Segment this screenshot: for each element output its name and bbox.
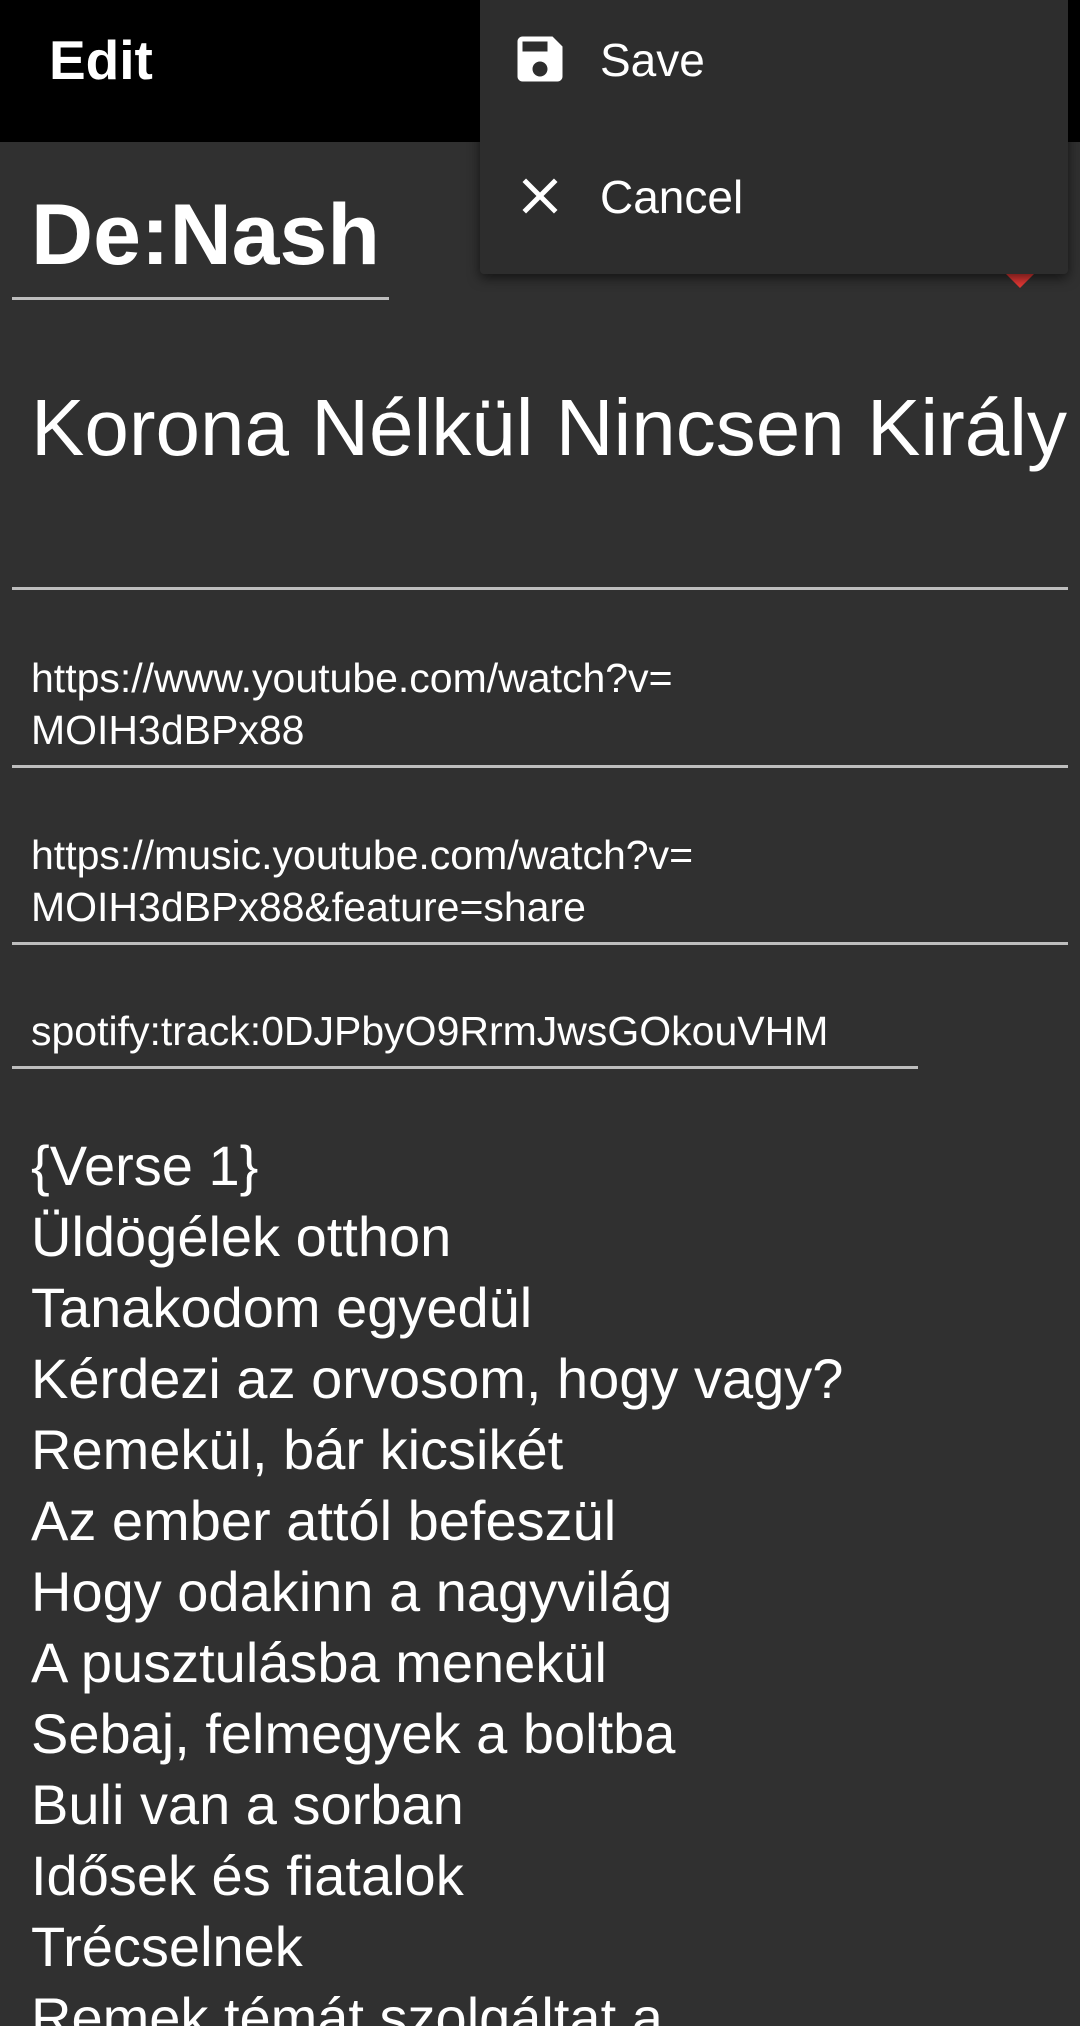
lyric-line: A pusztulásba menekül bbox=[31, 1631, 607, 1694]
youtube-url-line-1: https://www.youtube.com/watch?v= bbox=[31, 655, 673, 701]
lyric-line: Kérdezi az orvosom, hogy vagy? bbox=[31, 1347, 844, 1410]
page-title: Edit bbox=[49, 29, 153, 91]
lyric-line: Üldögélek otthon bbox=[31, 1205, 452, 1268]
lyric-line: Trécselnek bbox=[31, 1915, 303, 1978]
save-label: Save bbox=[600, 34, 705, 86]
lyric-line: Remek témát szolgáltat a bbox=[31, 1986, 663, 2026]
youtube-music-url-line-1: https://music.youtube.com/watch?v= bbox=[31, 832, 694, 878]
lyric-line: Buli van a sorban bbox=[31, 1773, 464, 1836]
lyric-line: {Verse 1} bbox=[31, 1134, 259, 1197]
lyric-line: Az ember attól befeszül bbox=[31, 1489, 617, 1552]
lyric-line: Remekül, bár kicsikét bbox=[31, 1418, 564, 1481]
cancel-menu-item[interactable]: Cancel bbox=[480, 137, 1068, 274]
cancel-label: Cancel bbox=[600, 171, 744, 223]
save-icon bbox=[517, 36, 563, 82]
save-menu-item[interactable]: Save bbox=[480, 0, 1068, 137]
lyric-line: Idősek és fiatalok bbox=[31, 1844, 464, 1907]
lyrics-field[interactable]: {Verse 1} Üldögélek otthon Tanakodom egyed… bbox=[31, 1130, 1061, 2026]
youtube-music-url-field[interactable]: https://music.youtube.com/watch?v= MOIH3… bbox=[12, 829, 1068, 945]
overflow-menu: Save Cancel bbox=[480, 0, 1068, 274]
close-icon bbox=[522, 178, 558, 214]
spotify-uri-field[interactable]: spotify:track:0DJPbyO9RrmJwsGOkouVHM bbox=[12, 1005, 918, 1069]
youtube-url-field[interactable]: https://www.youtube.com/watch?v= MOIH3dB… bbox=[12, 652, 1068, 768]
song-title-field[interactable]: Korona Nélkül Nincsen Király bbox=[12, 365, 1068, 590]
artist-field[interactable]: De:Nash bbox=[12, 170, 389, 300]
lyric-line: Sebaj, felmegyek a boltba bbox=[31, 1702, 676, 1765]
lyric-line: Tanakodom egyedül bbox=[31, 1276, 533, 1339]
edit-screen: Edit De:Nash Korona Nélkül Nincsen Királ… bbox=[0, 0, 1080, 2026]
youtube-music-url-line-2: MOIH3dBPx88&feature=share bbox=[31, 884, 586, 930]
dropdown-arrow-icon[interactable] bbox=[1004, 272, 1036, 288]
lyric-line: Hogy odakinn a nagyvilág bbox=[31, 1560, 673, 1623]
youtube-url-line-2: MOIH3dBPx88 bbox=[31, 707, 305, 753]
